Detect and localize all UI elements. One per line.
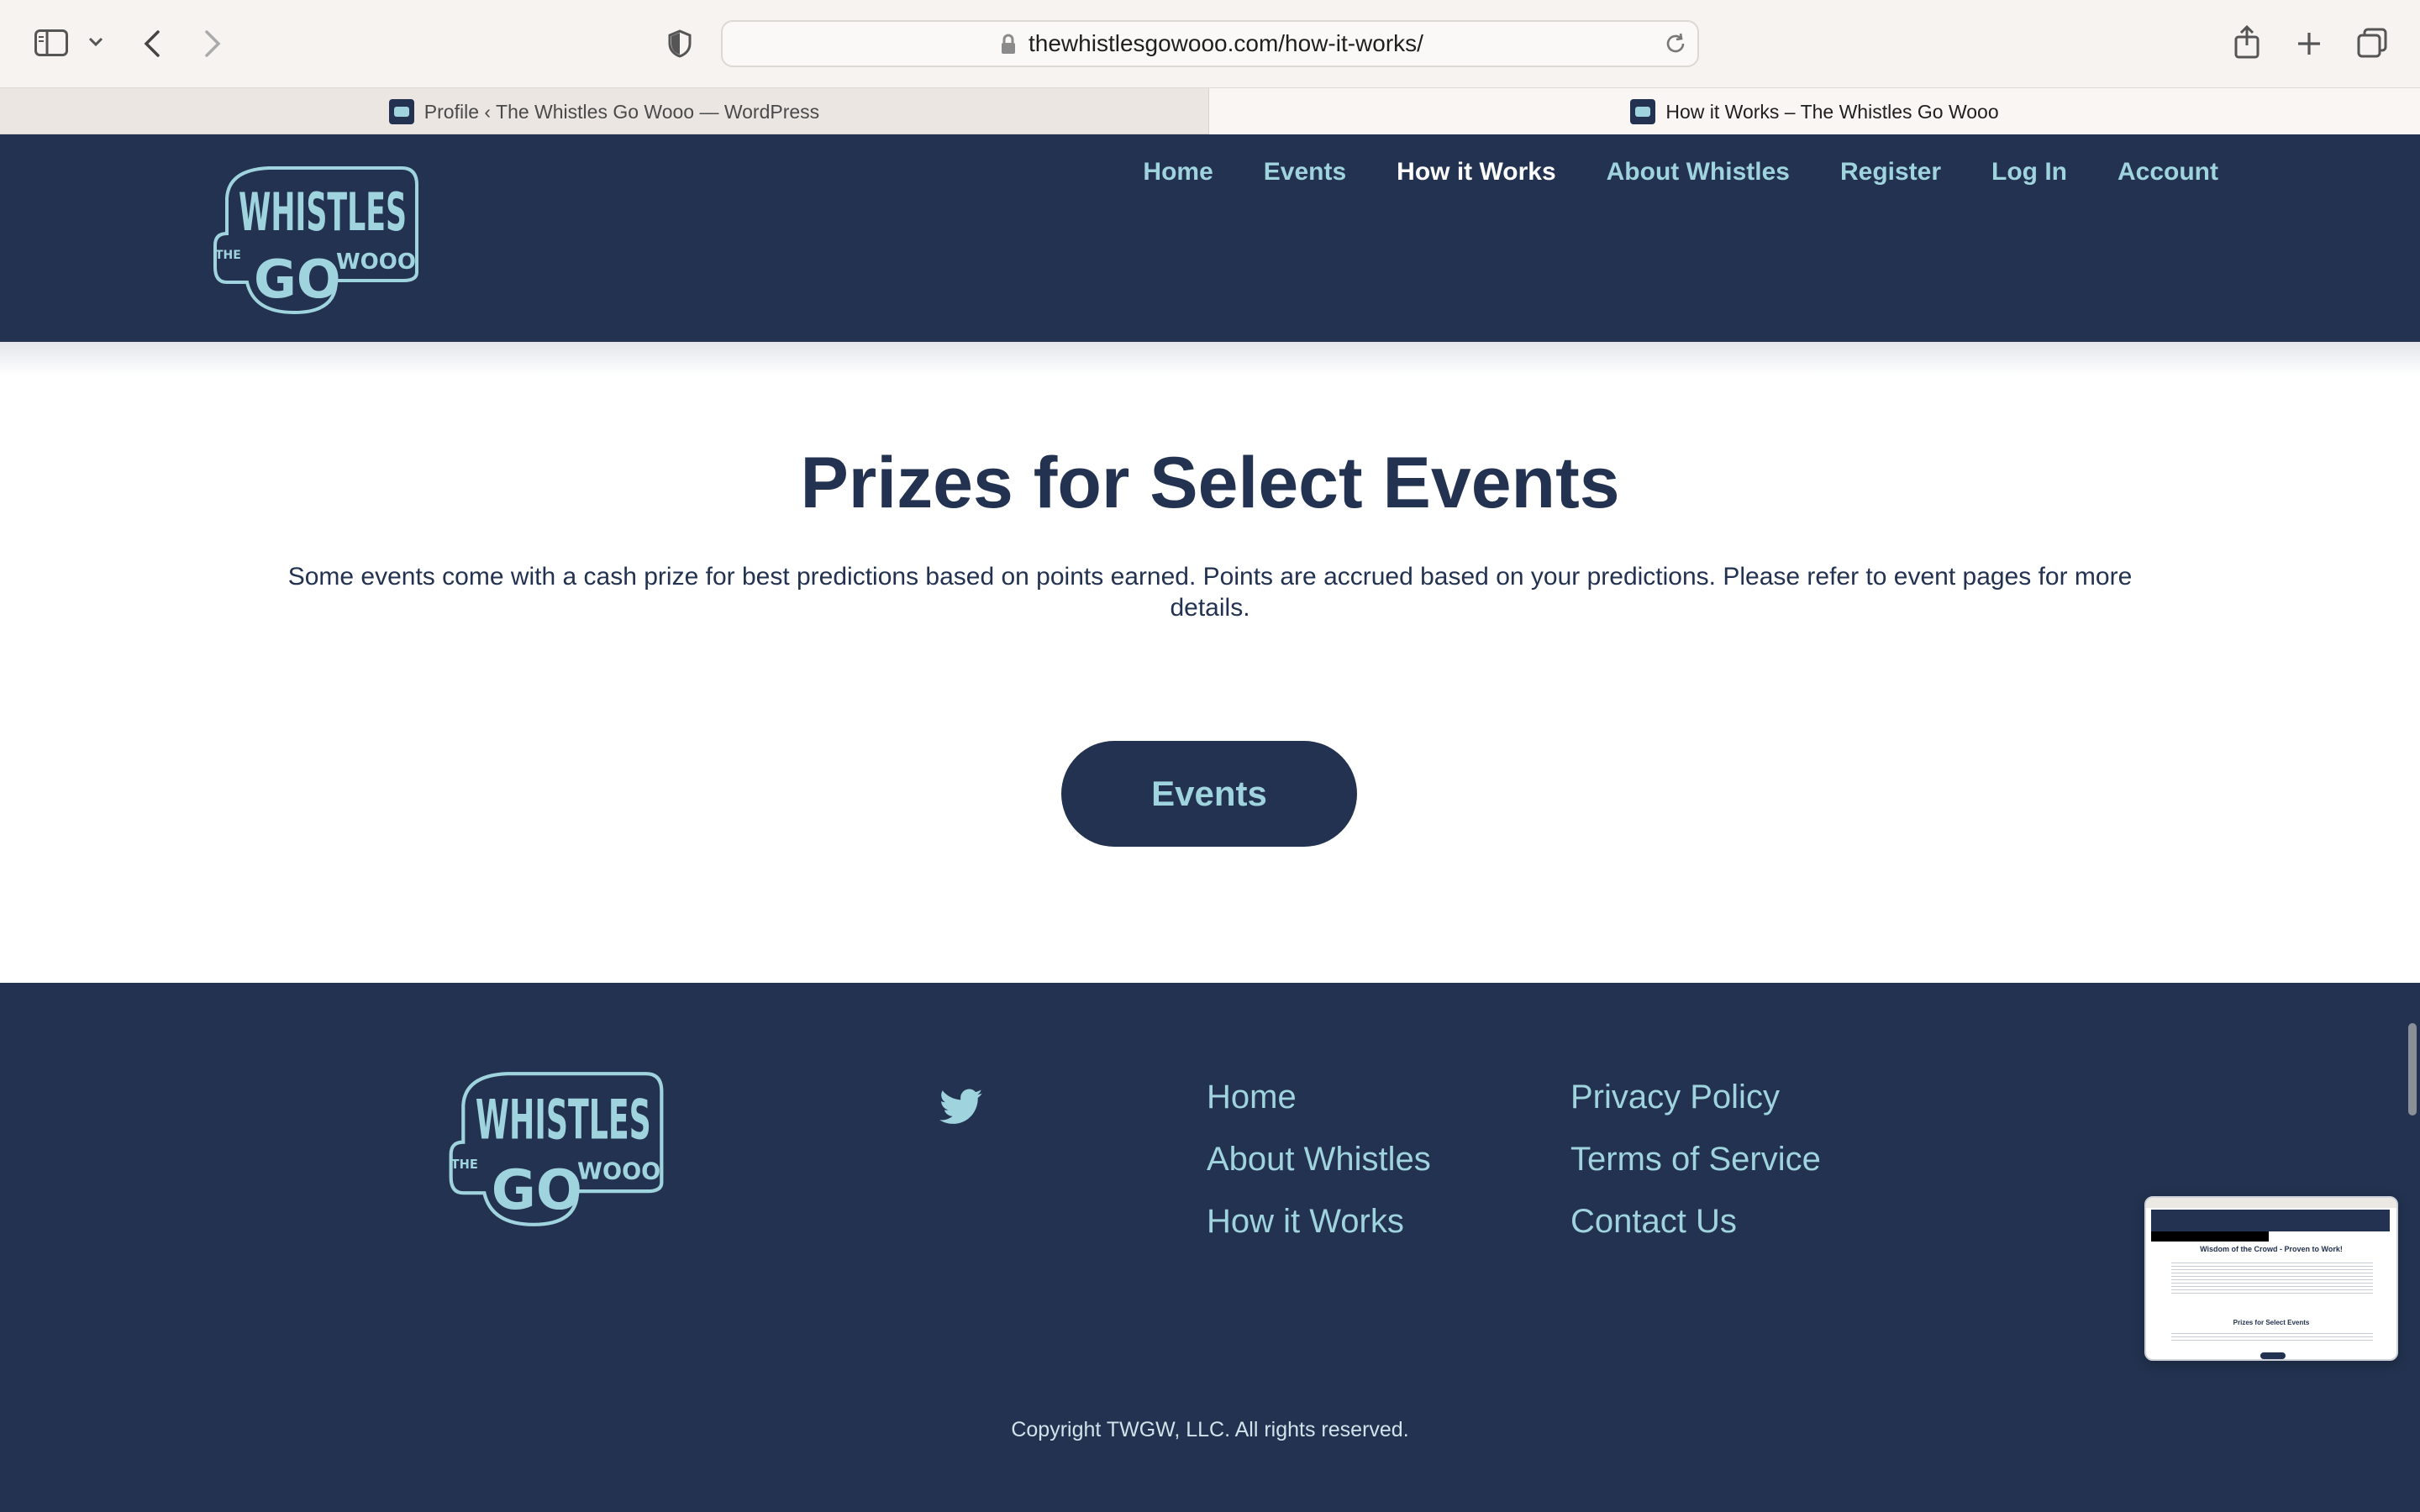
preview-chrome bbox=[2146, 1198, 2396, 1208]
shield-icon[interactable] bbox=[666, 27, 694, 60]
preview-subheading: Prizes for Select Events bbox=[2233, 1319, 2310, 1326]
footer-link-privacy-policy[interactable]: Privacy Policy bbox=[1570, 1077, 1821, 1117]
sidebar-icon[interactable] bbox=[34, 29, 69, 57]
favicon-icon bbox=[1630, 99, 1656, 124]
address-bar[interactable]: thewhistlesgowooo.com/how-it-works/ bbox=[721, 20, 1699, 67]
footer-link-home[interactable]: Home bbox=[1207, 1077, 1431, 1117]
tab-profile[interactable]: Profile ‹ The Whistles Go Wooo — WordPre… bbox=[0, 88, 1208, 135]
favicon-icon bbox=[388, 99, 414, 124]
logo-text: THE bbox=[215, 249, 241, 262]
site-header: WHISTLES THE GO WOOO Home Events How it … bbox=[0, 134, 2420, 342]
tab-how-it-works[interactable]: How it Works – The Whistles Go Wooo bbox=[1208, 88, 2420, 135]
nav-log-in[interactable]: Log In bbox=[1991, 158, 2067, 186]
site-footer: WHISTLES THE GO WOOO Home About Whistles… bbox=[0, 983, 2420, 1512]
url-text: thewhistlesgowooo.com/how-it-works/ bbox=[1028, 30, 1423, 56]
tab-bar: Profile ‹ The Whistles Go Wooo — WordPre… bbox=[0, 87, 2420, 135]
twitter-icon[interactable] bbox=[939, 1089, 983, 1130]
preview-header bbox=[2151, 1210, 2390, 1231]
preview-banner bbox=[2151, 1231, 2269, 1242]
forward-icon[interactable] bbox=[198, 27, 227, 60]
page-preview-thumbnail[interactable]: Wisdom of the Crowd - Proven to Work! Pr… bbox=[2144, 1196, 2398, 1361]
nav-how-it-works[interactable]: How it Works bbox=[1397, 158, 1555, 186]
logo-text: WOOO bbox=[336, 249, 416, 275]
main-nav: Home Events How it Works About Whistles … bbox=[1143, 158, 2218, 186]
header-shadow bbox=[0, 342, 2420, 375]
lock-icon bbox=[1000, 34, 1017, 60]
footer-link-about-whistles[interactable]: About Whistles bbox=[1207, 1139, 1431, 1179]
events-button[interactable]: Events bbox=[1061, 741, 1357, 847]
logo-text: WHISTLES bbox=[239, 181, 407, 243]
footer-link-terms-of-service[interactable]: Terms of Service bbox=[1570, 1139, 1821, 1179]
nav-home[interactable]: Home bbox=[1143, 158, 1213, 186]
footer-link-how-it-works[interactable]: How it Works bbox=[1207, 1201, 1431, 1242]
prize-description: Some events come with a cash prize for b… bbox=[287, 563, 2133, 622]
nav-about-whistles[interactable]: About Whistles bbox=[1607, 158, 1790, 186]
new-tab-icon[interactable] bbox=[2292, 27, 2326, 60]
chevron-down-icon[interactable] bbox=[87, 34, 104, 50]
logo-text: GO bbox=[254, 249, 341, 310]
footer-link-contact-us[interactable]: Contact Us bbox=[1570, 1201, 1821, 1242]
footer-links-legal: Privacy Policy Terms of Service Contact … bbox=[1570, 1077, 1821, 1242]
back-icon[interactable] bbox=[138, 27, 166, 60]
site-logo[interactable]: WHISTLES THE GO WOOO bbox=[210, 165, 422, 320]
page-title: Prizes for Select Events bbox=[800, 443, 1620, 523]
tab-overview-icon[interactable] bbox=[2354, 25, 2390, 60]
preview-heading: Wisdom of the Crowd - Proven to Work! bbox=[2200, 1245, 2343, 1253]
logo-text: THE bbox=[451, 1158, 478, 1172]
preview-text-lines bbox=[2171, 1260, 2373, 1294]
reload-icon[interactable] bbox=[1664, 32, 1687, 60]
scrollbar-thumb[interactable] bbox=[2408, 1023, 2417, 1116]
preview-button bbox=[2260, 1352, 2286, 1359]
nav-events[interactable]: Events bbox=[1264, 158, 1346, 186]
logo-text: GO bbox=[492, 1159, 582, 1222]
logo-text: WHISTLES bbox=[476, 1089, 651, 1152]
preview-text-lines bbox=[2171, 1331, 2373, 1342]
nav-account[interactable]: Account bbox=[2118, 158, 2218, 186]
logo-text: WOOO bbox=[577, 1159, 660, 1185]
footer-logo[interactable]: WHISTLES THE GO WOOO bbox=[445, 1070, 667, 1232]
copyright-text: Copyright TWGW, LLC. All rights reserved… bbox=[1011, 1418, 1409, 1441]
share-icon[interactable] bbox=[2230, 24, 2264, 60]
tab-title: Profile ‹ The Whistles Go Wooo — WordPre… bbox=[424, 100, 820, 123]
nav-register[interactable]: Register bbox=[1840, 158, 1941, 186]
footer-links-primary: Home About Whistles How it Works bbox=[1207, 1077, 1431, 1242]
tab-title: How it Works – The Whistles Go Wooo bbox=[1665, 100, 1999, 123]
page-scrollbar[interactable] bbox=[2405, 134, 2420, 1512]
browser-toolbar: thewhistlesgowooo.com/how-it-works/ bbox=[0, 0, 2420, 87]
